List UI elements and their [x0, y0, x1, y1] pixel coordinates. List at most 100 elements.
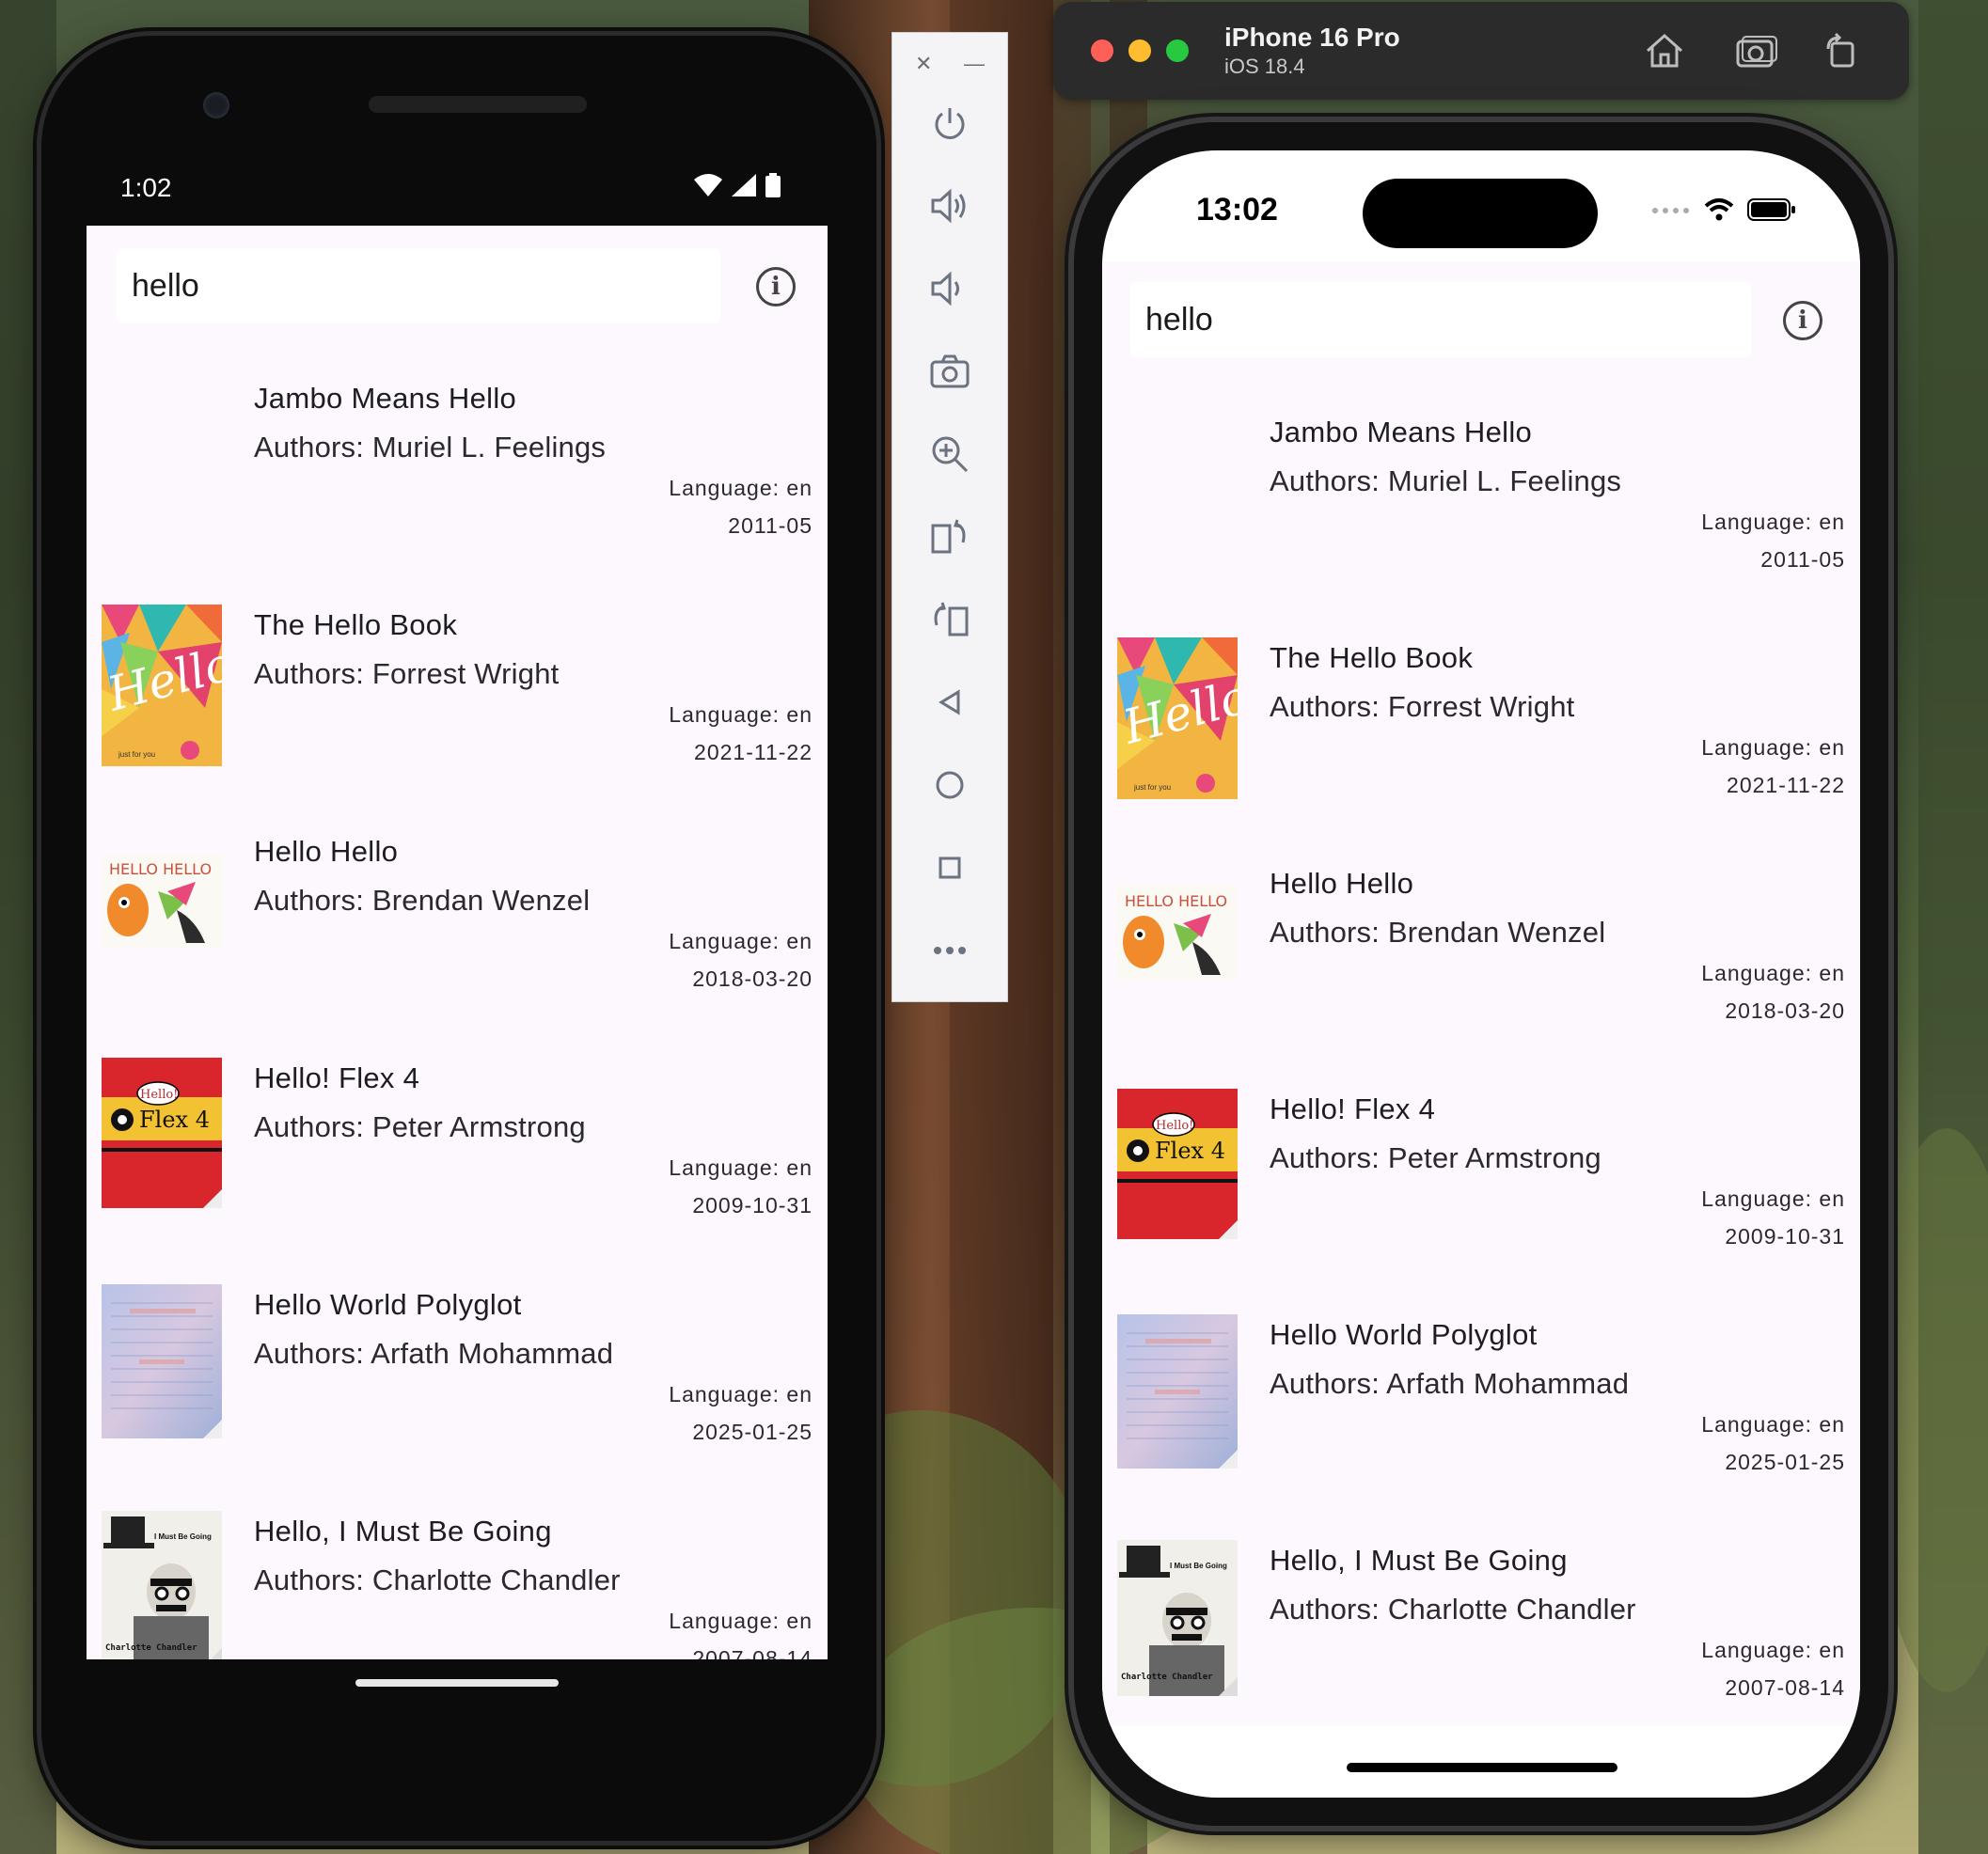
cover-subtitle: just for you: [118, 750, 155, 759]
zoom-icon[interactable]: [922, 426, 978, 482]
book-cover-image: Hello just for you: [1117, 637, 1238, 804]
list-item[interactable]: I Must Be Going Charlotte Chandler Hello…: [1102, 1510, 1860, 1726]
book-list: Jambo Means Hello Authors: Muriel L. Fee…: [1102, 382, 1860, 1726]
book-cover-image: [1117, 1314, 1238, 1473]
book-title: Hello, I Must Be Going: [1270, 1544, 1568, 1577]
simulator-os-version: iOS 18.4: [1224, 55, 1305, 78]
book-title: Hello! Flex 4: [1270, 1092, 1436, 1125]
book-date: 2018-03-20: [692, 966, 813, 991]
book-language: Language: en: [669, 476, 813, 500]
overview-icon[interactable]: [922, 840, 978, 896]
book-language: Language: en: [1701, 1186, 1845, 1211]
book-language: Language: en: [1701, 510, 1845, 534]
window-zoom-button[interactable]: [1166, 39, 1189, 62]
book-cover-image: Hello! Flex 4: [1117, 1089, 1238, 1244]
book-title: The Hello Book: [254, 608, 458, 641]
book-authors: Authors: Muriel L. Feelings: [254, 431, 607, 464]
wifi-icon: [1704, 198, 1734, 221]
list-item[interactable]: Hello just for you The Hello Book Author…: [1102, 607, 1860, 833]
book-authors: Authors: Charlotte Chandler: [254, 1563, 621, 1596]
home-gesture-bar[interactable]: [355, 1679, 559, 1687]
list-item[interactable]: HELLO HELLO Hello Hello Authors: Brendan…: [1102, 833, 1860, 1059]
cover-title: Hello!: [1156, 1119, 1193, 1133]
book-authors: Authors: Brendan Wenzel: [254, 884, 591, 917]
book-authors: Authors: Peter Armstrong: [254, 1110, 586, 1143]
window-minimize-button[interactable]: [1128, 39, 1151, 62]
book-language: Language: en: [1701, 961, 1845, 985]
list-item[interactable]: Jambo Means Hello Authors: Muriel L. Fee…: [87, 348, 828, 574]
book-cover-image: HELLO HELLO: [1117, 886, 1238, 984]
book-cover-image: Hello just for you: [102, 605, 222, 771]
list-item[interactable]: Hello just for you The Hello Book Author…: [87, 574, 828, 801]
book-authors: Authors: Arfath Mohammad: [1270, 1367, 1630, 1400]
back-icon[interactable]: [922, 674, 978, 731]
rotate-right-icon[interactable]: [922, 591, 978, 648]
battery-icon: [1747, 198, 1795, 221]
book-title: Hello World Polyglot: [254, 1288, 522, 1321]
book-title: Jambo Means Hello: [254, 382, 517, 415]
book-language: Language: en: [669, 1382, 813, 1406]
home-indicator[interactable]: [1347, 1763, 1617, 1772]
android-app-screen: i Jambo Means Hello Authors: Muriel L. F…: [87, 226, 828, 1659]
book-title: Hello Hello: [254, 835, 399, 868]
home-icon[interactable]: [1642, 28, 1687, 73]
simulator-title-bar: iPhone 16 Pro iOS 18.4: [1053, 2, 1909, 100]
list-item[interactable]: Hello World Polyglot Authors: Arfath Moh…: [87, 1254, 828, 1481]
power-icon[interactable]: [922, 95, 978, 151]
dynamic-island: [1363, 179, 1598, 248]
book-cover-image: [102, 1284, 222, 1443]
rotate-left-icon[interactable]: [922, 509, 978, 565]
front-camera: [203, 92, 229, 118]
camera-icon[interactable]: [922, 343, 978, 400]
info-icon[interactable]: i: [1783, 301, 1822, 340]
more-icon[interactable]: [922, 922, 978, 979]
minimize-icon[interactable]: —: [964, 52, 985, 76]
iphone-simulator-device: 13:02 i Jambo Means Hello Authors: Murie…: [1074, 122, 1888, 1826]
book-date: 2007-08-14: [1725, 1675, 1845, 1700]
book-date: 2025-01-25: [1725, 1450, 1845, 1474]
book-date: 2007-08-14: [692, 1646, 813, 1659]
book-authors: Authors: Arfath Mohammad: [254, 1337, 614, 1370]
search-bar: i: [87, 248, 828, 342]
emulator-toolbar: ✕ —: [891, 32, 1008, 1002]
screenshot-icon[interactable]: [1734, 28, 1779, 73]
close-icon[interactable]: ✕: [915, 52, 932, 76]
list-item[interactable]: HELLO HELLO Hello Hello Authors: Brendan…: [87, 801, 828, 1028]
cover-subtitle: I Must Be Going: [1170, 1562, 1227, 1570]
list-item[interactable]: Hello! Flex 4 Hello! Flex 4 Authors: Pet…: [1102, 1059, 1860, 1284]
book-authors: Authors: Peter Armstrong: [1270, 1141, 1601, 1174]
book-authors: Authors: Muriel L. Feelings: [1270, 464, 1622, 497]
book-language: Language: en: [669, 1155, 813, 1180]
volume-up-icon[interactable]: [922, 178, 978, 234]
cover-title: Charlotte Chandler: [105, 1643, 197, 1653]
cover-title: HELLO HELLO: [109, 860, 212, 878]
list-item[interactable]: Hello World Polyglot Authors: Arfath Moh…: [1102, 1284, 1860, 1510]
cover-title: HELLO HELLO: [1125, 892, 1227, 910]
book-language: Language: en: [669, 702, 813, 727]
window-close-button[interactable]: [1091, 39, 1113, 62]
rotate-icon[interactable]: [1819, 28, 1864, 73]
book-language: Language: en: [1701, 1412, 1845, 1437]
search-input[interactable]: [1130, 282, 1751, 357]
cell-signal-icon: [732, 174, 756, 196]
search-bar: i: [1102, 282, 1860, 376]
list-item[interactable]: I Must Be Going Charlotte Chandler Hello…: [87, 1481, 828, 1659]
book-date: 2021-11-22: [1727, 773, 1845, 797]
iphone-app-screen: i Jambo Means Hello Authors: Muriel L. F…: [1102, 261, 1860, 1726]
search-input[interactable]: [117, 248, 720, 323]
book-cover-image: Hello! Flex 4: [102, 1058, 222, 1213]
status-time: 13:02: [1196, 192, 1278, 228]
cover-subtitle: Flex 4: [139, 1107, 210, 1133]
home-icon[interactable]: [922, 757, 978, 813]
info-icon[interactable]: i: [756, 267, 796, 306]
book-cover-image: I Must Be Going Charlotte Chandler: [1117, 1540, 1238, 1701]
volume-down-icon[interactable]: [922, 260, 978, 317]
book-date: 2021-11-22: [694, 740, 813, 764]
book-language: Language: en: [1701, 735, 1845, 760]
cover-title: Hello!: [140, 1088, 178, 1102]
book-date: 2011-05: [728, 513, 813, 538]
list-item[interactable]: Hello! Flex 4 Hello! Flex 4 Authors: Pet…: [87, 1028, 828, 1254]
cover-subtitle: I Must Be Going: [154, 1532, 212, 1541]
android-status-bar: 1:02: [79, 150, 822, 226]
list-item[interactable]: Jambo Means Hello Authors: Muriel L. Fee…: [1102, 382, 1860, 607]
